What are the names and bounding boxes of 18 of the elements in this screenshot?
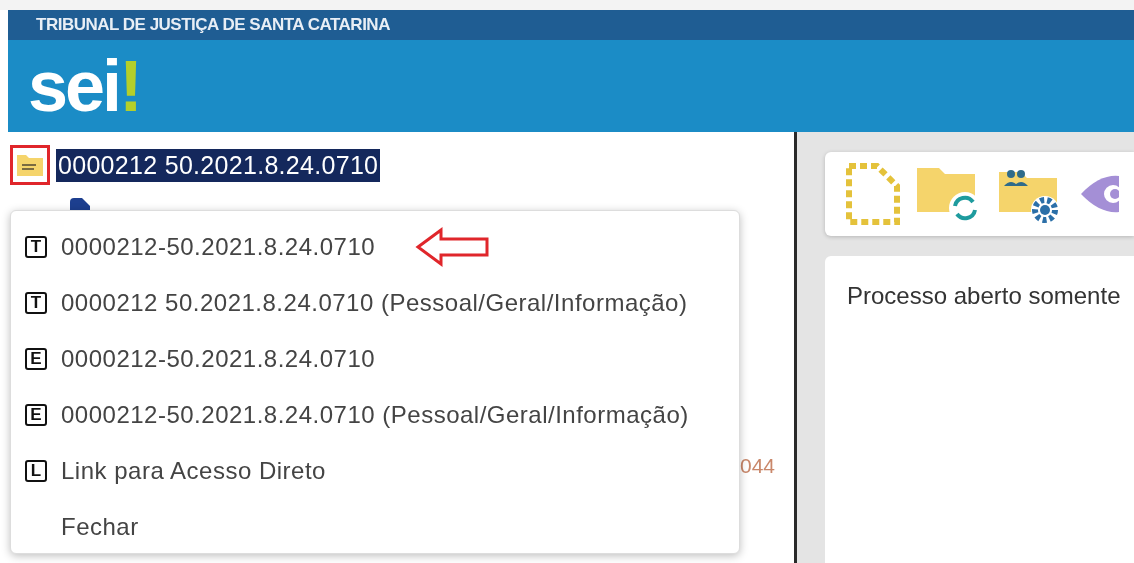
organization-name: TRIBUNAL DE JUSTIÇA DE SANTA CATARINA xyxy=(36,15,390,35)
key-badge: T xyxy=(25,292,47,314)
menu-item[interactable]: Fechar xyxy=(61,513,139,541)
logo: sei! xyxy=(28,50,141,122)
key-badge: E xyxy=(25,404,47,426)
menu-item[interactable]: 0000212-50.2021.8.24.0710 xyxy=(61,345,376,373)
process-number[interactable]: 0000212 50.2021.8.24.0710 xyxy=(56,148,381,182)
key-badge: L xyxy=(25,460,47,482)
menu-item[interactable]: Link para Acesso Direto xyxy=(61,457,326,485)
menu-item[interactable]: 0000212 50.2021.8.24.0710 (Pessoal/Geral/Informação) xyxy=(61,289,688,317)
folder-button[interactable] xyxy=(10,145,50,185)
key-badge: T xyxy=(25,236,47,258)
menu-item[interactable]: 0000212-50.2021.8.24.0710 xyxy=(61,233,376,261)
key-badge: E xyxy=(25,348,47,370)
status-message: Processo aberto somente xyxy=(847,282,1121,309)
new-document-icon[interactable] xyxy=(845,162,901,226)
folder-icon xyxy=(15,152,45,178)
menu-item[interactable]: 0000212-50.2021.8.24.0710 (Pessoal/Geral/Informação) xyxy=(61,401,689,429)
